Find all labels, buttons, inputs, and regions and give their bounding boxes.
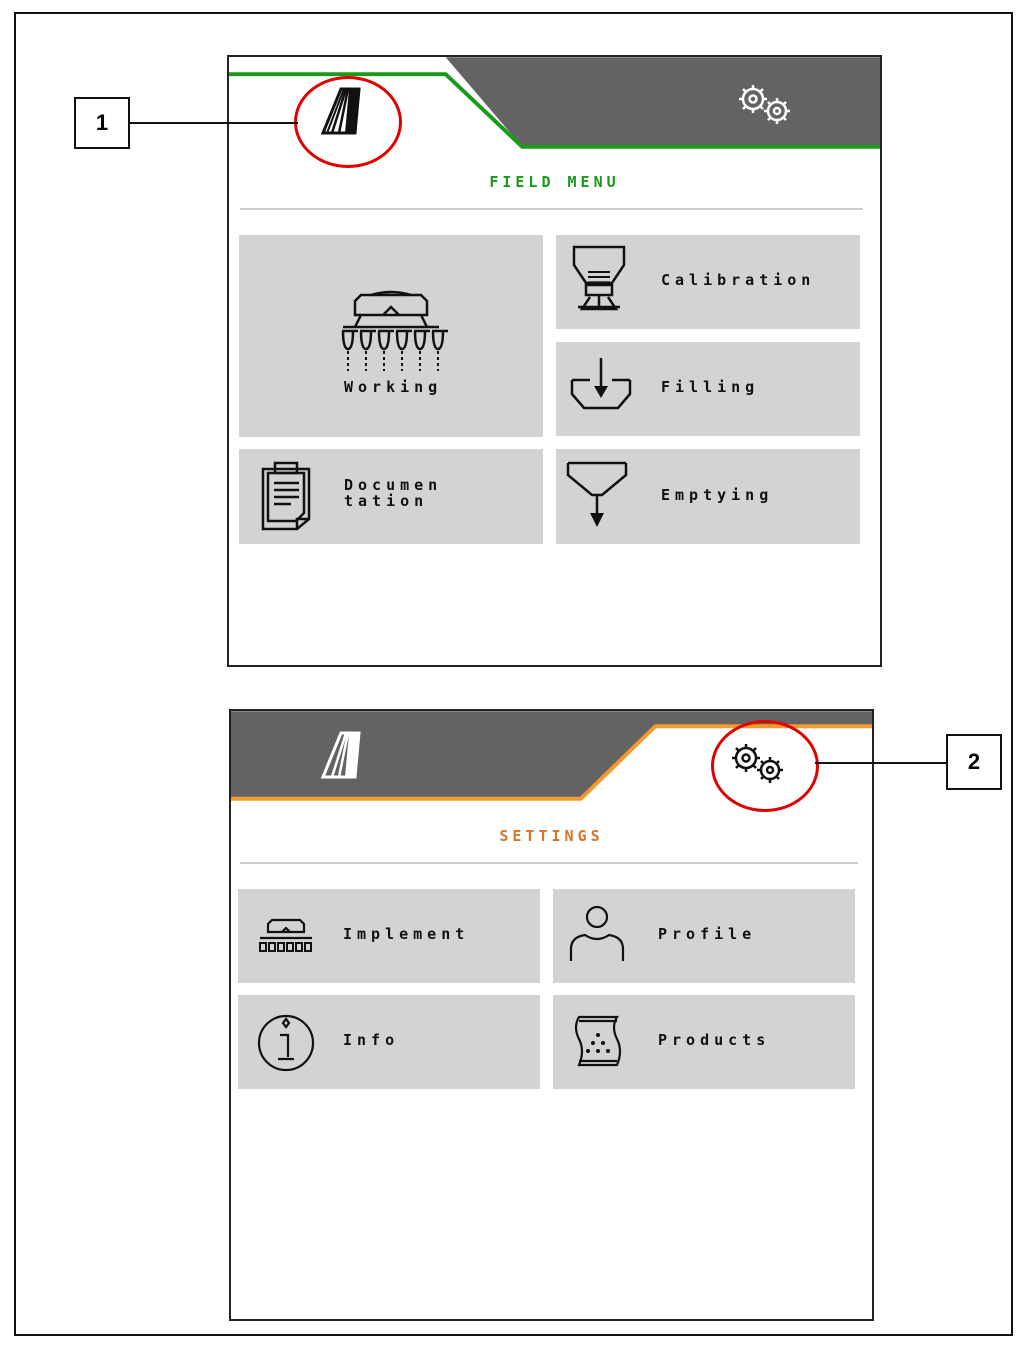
highlight-circle-2	[711, 720, 819, 812]
info-icon	[257, 1014, 315, 1072]
calibration-icon	[572, 245, 626, 311]
working-label: Working	[344, 378, 443, 396]
implement-tile[interactable]: Implement	[238, 889, 540, 983]
emptying-icon	[566, 461, 628, 527]
highlight-circle-1	[294, 76, 402, 168]
calibration-tile[interactable]: Calibration	[556, 235, 860, 329]
page-title: FIELD MENU	[489, 173, 620, 191]
products-tile[interactable]: Products	[553, 995, 855, 1089]
field-menu-icon[interactable]	[311, 725, 371, 785]
profile-label: Profile	[658, 925, 757, 943]
calibration-label: Calibration	[661, 271, 816, 289]
profile-tile[interactable]: Profile	[553, 889, 855, 983]
callout-1: 1	[74, 97, 130, 149]
info-label: Info	[343, 1031, 400, 1049]
clipboard-icon	[261, 461, 311, 531]
seed-bag-icon	[574, 1015, 622, 1067]
filling-tile[interactable]: Filling	[556, 342, 860, 436]
seeder-icon	[341, 290, 448, 371]
emptying-label: Emptying	[661, 486, 774, 504]
title-divider	[240, 208, 863, 210]
filling-icon	[570, 358, 632, 410]
title-divider	[240, 862, 858, 864]
documentation-label: Documen tation	[344, 476, 443, 510]
emptying-tile[interactable]: Emptying	[556, 449, 860, 544]
documentation-tile[interactable]: Documen tation	[239, 449, 543, 544]
gears-icon[interactable]	[731, 79, 811, 129]
products-label: Products	[658, 1031, 771, 1049]
callout-1-leader	[128, 122, 298, 124]
working-tile[interactable]: Working	[239, 235, 543, 437]
callout-2-leader	[815, 762, 948, 764]
implement-icon	[259, 918, 312, 952]
filling-label: Filling	[661, 378, 760, 396]
info-tile[interactable]: Info	[238, 995, 540, 1089]
page-title: SETTINGS	[499, 827, 604, 845]
implement-label: Implement	[343, 925, 470, 943]
callout-2: 2	[946, 734, 1002, 790]
user-icon	[569, 905, 625, 961]
